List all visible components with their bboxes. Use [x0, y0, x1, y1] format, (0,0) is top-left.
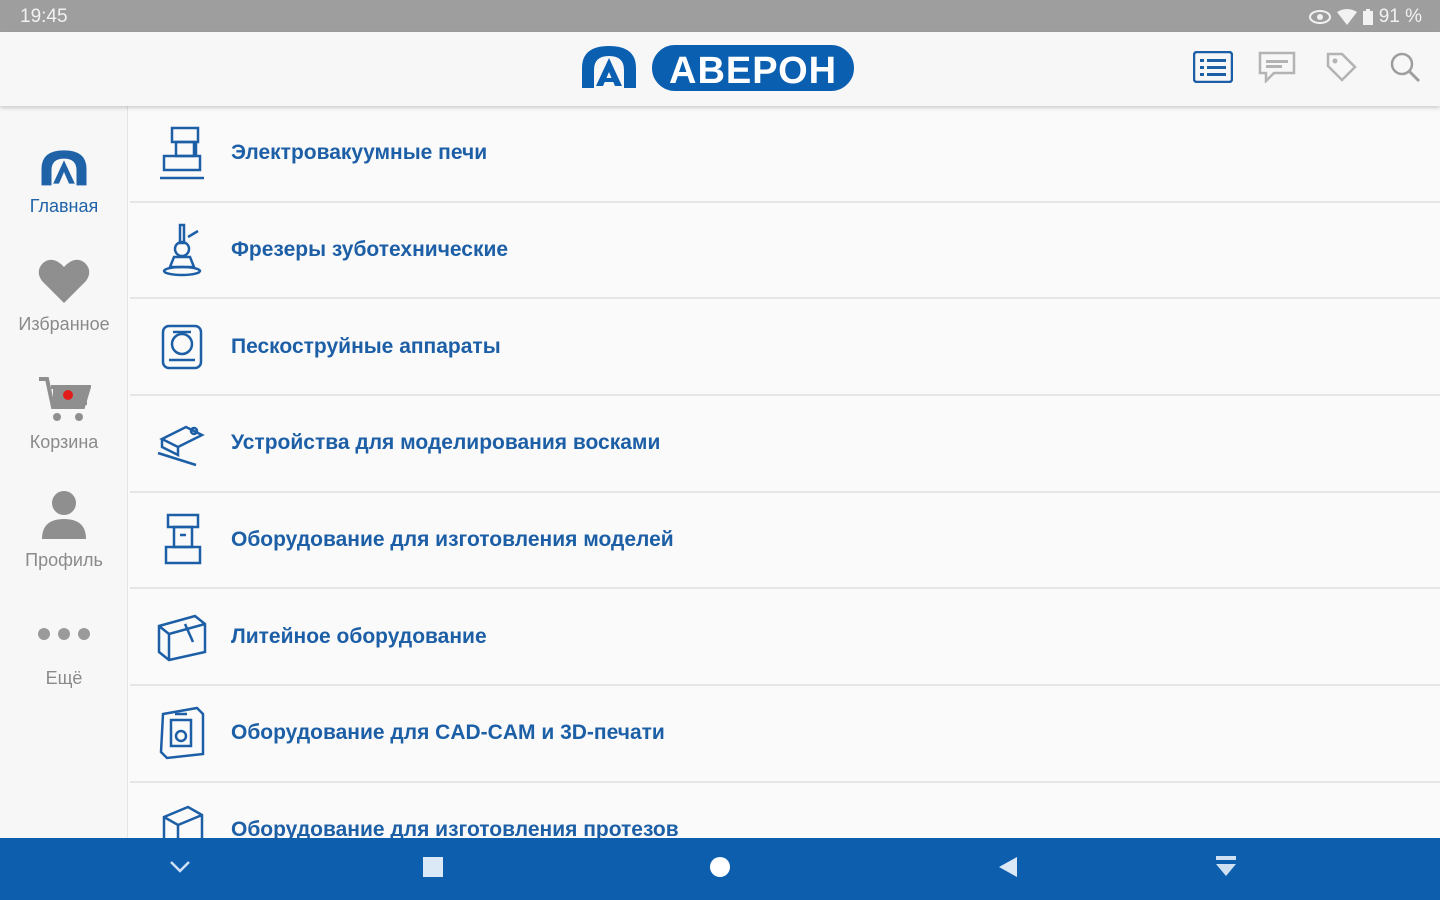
- furnace-icon: [154, 125, 210, 181]
- nav-cart-label: Корзина: [29, 432, 99, 452]
- tag-icon: [1325, 51, 1357, 88]
- cart-icon: [37, 375, 92, 428]
- system-navigation-bar: [0, 838, 1440, 900]
- list-item[interactable]: Оборудование для CAD-CAM и 3D-печати: [130, 686, 1440, 783]
- profile-icon: [39, 489, 89, 546]
- search-icon: [1389, 51, 1421, 88]
- nav-favorites-label: Избранное: [18, 314, 110, 334]
- list-item-label: Литейное оборудование: [231, 624, 487, 648]
- more-icon: [37, 627, 91, 646]
- list-item[interactable]: Оборудование для изготовления протезов: [130, 783, 1440, 838]
- side-navigation: Главная Избранное Корзина Профиль Ещё: [0, 106, 128, 838]
- cadcam-icon: [154, 705, 210, 761]
- search-button[interactable]: [1384, 49, 1426, 89]
- wax-modeling-icon: [154, 415, 210, 471]
- averon-wordmark: АВЕРОН: [652, 45, 855, 92]
- home-button[interactable]: [703, 852, 737, 886]
- sandblaster-icon: [154, 319, 210, 375]
- app-header: АВЕРОН: [0, 32, 1440, 106]
- hide-keyboard-button[interactable]: [163, 852, 197, 886]
- list-icon: [1192, 50, 1234, 88]
- list-item-label: Электровакуумные печи: [231, 141, 488, 165]
- news-button[interactable]: [1256, 49, 1298, 89]
- list-item-label: Устройства для моделирования восками: [231, 431, 661, 455]
- list-item[interactable]: Литейное оборудование: [130, 589, 1440, 687]
- averon-logo-icon: [38, 147, 90, 192]
- list-item[interactable]: Пескоструйные аппараты: [130, 299, 1440, 397]
- list-item-label: Пескоструйные аппараты: [231, 334, 501, 358]
- nav-home[interactable]: Главная: [0, 136, 128, 236]
- nav-more[interactable]: Ещё: [0, 608, 128, 708]
- notifications-button[interactable]: [1209, 852, 1243, 886]
- list-item-label: Оборудование для изготовления моделей: [231, 528, 674, 552]
- nav-cart[interactable]: Корзина: [0, 372, 128, 472]
- casting-icon: [154, 609, 210, 665]
- notification-down-icon: [1214, 854, 1238, 885]
- list-item[interactable]: Электровакуумные печи: [130, 106, 1440, 203]
- chat-icon: [1258, 51, 1296, 88]
- eye-icon: [1308, 10, 1331, 24]
- status-bar: 19:45 91 %: [0, 0, 1440, 32]
- square-icon: [422, 856, 444, 883]
- back-button[interactable]: [991, 852, 1025, 886]
- micromotor-icon: [154, 222, 210, 278]
- circle-icon: [709, 856, 731, 883]
- list-item-label: Фрезеры зуботехнические: [231, 238, 509, 262]
- category-list: Электровакуумные печи Фрезеры зуботехнич…: [130, 106, 1440, 838]
- recents-button[interactable]: [416, 852, 450, 886]
- nav-profile-label: Профиль: [25, 550, 103, 570]
- list-item[interactable]: Оборудование для изготовления моделей: [130, 493, 1440, 590]
- heart-icon: [37, 257, 91, 310]
- prosthesis-icon: [154, 802, 210, 838]
- nav-more-label: Ещё: [45, 668, 83, 688]
- model-equipment-icon: [154, 512, 210, 568]
- list-item[interactable]: Фрезеры зуботехнические: [130, 203, 1440, 300]
- nav-home-label: Главная: [29, 196, 99, 216]
- list-item-label: Оборудование для CAD-CAM и 3D-печати: [231, 721, 665, 745]
- averon-logo[interactable]: АВЕРОН: [578, 42, 855, 95]
- averon-logo-icon: [578, 42, 640, 95]
- battery-percent: 91 %: [1378, 6, 1422, 27]
- nav-profile[interactable]: Профиль: [0, 490, 128, 590]
- list-item[interactable]: Устройства для моделирования восками: [130, 396, 1440, 493]
- promotions-button[interactable]: [1320, 49, 1362, 89]
- nav-favorites[interactable]: Избранное: [0, 254, 128, 354]
- catalog-list-button[interactable]: [1192, 49, 1234, 89]
- status-time: 19:45: [20, 6, 68, 27]
- list-item-label: Оборудование для изготовления протезов: [231, 818, 679, 838]
- battery-icon: [1362, 9, 1373, 25]
- back-triangle-icon: [997, 855, 1019, 884]
- wifi-icon: [1336, 9, 1357, 25]
- chevron-down-icon: [169, 860, 191, 879]
